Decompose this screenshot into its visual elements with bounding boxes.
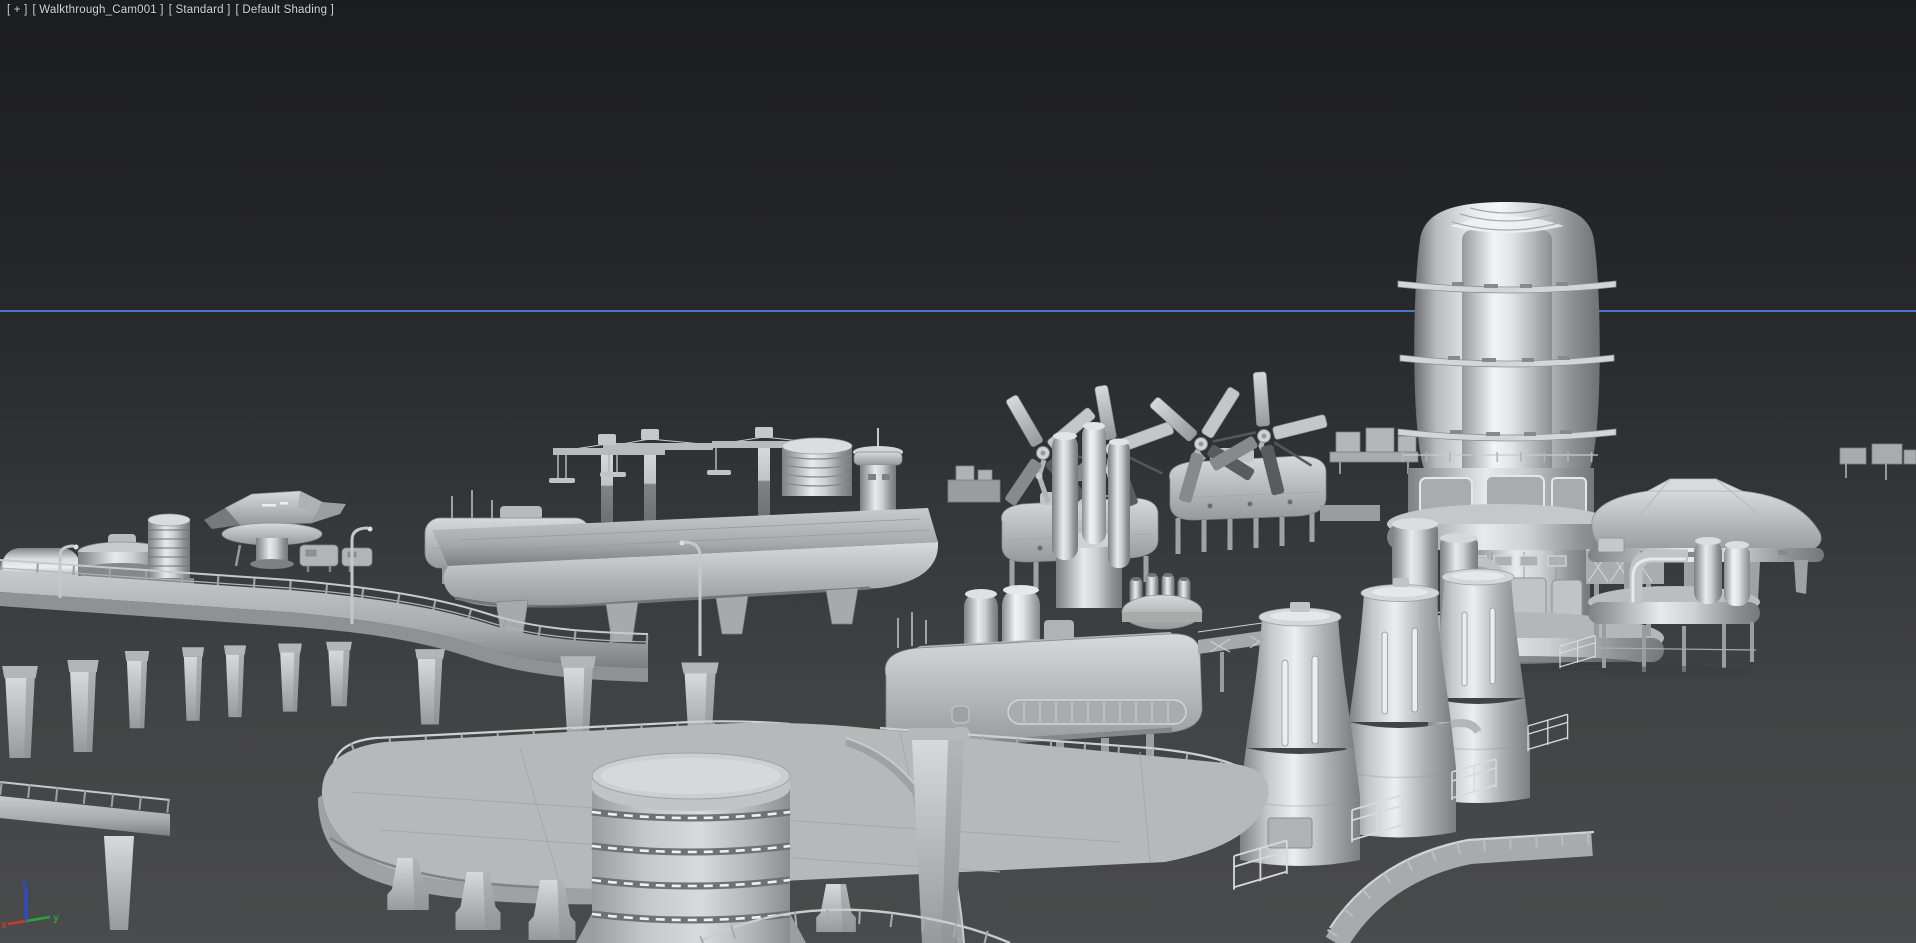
main-platform[interactable]: [318, 720, 1269, 943]
ribbed-stack[interactable]: [576, 752, 806, 943]
viewport-menu-camera[interactable]: [ Walkthrough_Cam001 ]: [33, 4, 164, 16]
window-strip: [1007, 699, 1187, 725]
roof-dome[interactable]: [1121, 573, 1203, 630]
ribbed-silo[interactable]: [781, 437, 853, 496]
dome-saucer-pavilion[interactable]: [1586, 478, 1824, 678]
solar-rotor-hulls[interactable]: [982, 358, 1380, 588]
viewport-menu-shading[interactable]: [ Default Shading ]: [236, 4, 334, 16]
platform-deck[interactable]: [321, 722, 1269, 889]
axis-x-label: x: [1, 920, 7, 931]
control-tower[interactable]: [853, 428, 903, 511]
tank-cluster[interactable]: [1052, 422, 1130, 608]
service-vehicles[interactable]: [299, 544, 373, 572]
axis-y-line: [25, 915, 51, 923]
3d-viewport[interactable]: [ + ] [ Walkthrough_Cam001 ] [ Standard …: [0, 0, 1916, 943]
viewport-menu-general[interactable]: [ + ]: [7, 4, 28, 16]
viewport-label-overlay: [ + ] [ Walkthrough_Cam001 ] [ Standard …: [7, 4, 334, 16]
axis-y-label: y: [53, 913, 59, 924]
curved-walkway[interactable]: [1325, 830, 1595, 943]
crane-platform[interactable]: [432, 427, 939, 643]
axis-z-label: z: [21, 878, 27, 889]
viewport-menu-renderer[interactable]: [ Standard ]: [169, 4, 231, 16]
axis-x-line: [7, 919, 27, 926]
scene-canvas[interactable]: [0, 0, 1916, 943]
world-axis-gizmo: x y z: [1, 878, 59, 931]
funnel-towers[interactable]: [1239, 568, 1531, 866]
